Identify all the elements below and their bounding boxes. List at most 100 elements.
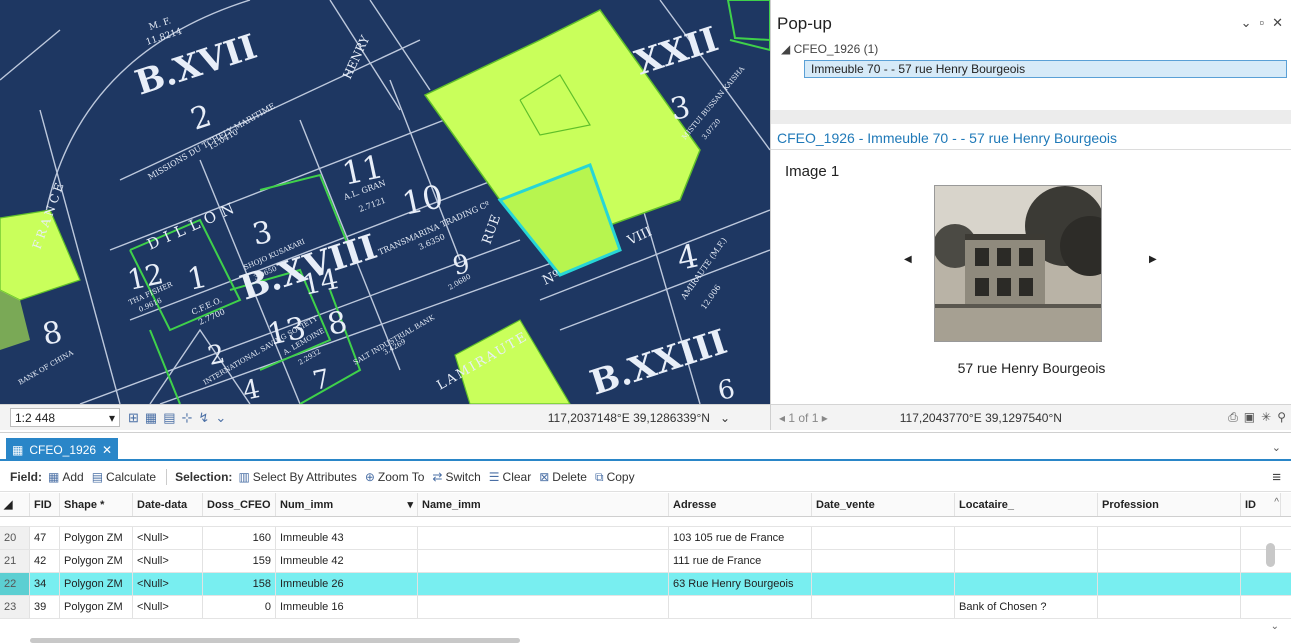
coordinate-format-dropdown[interactable]: ⌄	[720, 411, 730, 425]
cadastral-map[interactable]: B.XVII 2 MISSIONS DU TCHELY MARITIME 13.…	[0, 0, 770, 404]
feature-pager[interactable]: ◂ 1 of 1 ▸	[779, 411, 828, 425]
cell-locataire[interactable]	[955, 550, 1098, 572]
cell-doss-cfeo[interactable]: 0	[203, 596, 276, 618]
row-number[interactable]: 20	[0, 527, 30, 549]
switch-button[interactable]: ⇄ Switch	[432, 470, 480, 484]
add-field-button[interactable]: ▦ Add	[48, 470, 84, 484]
cell-doss-cfeo[interactable]: 160	[203, 527, 276, 549]
collapse-pane-icon[interactable]: ⌄	[1272, 441, 1281, 454]
table-row[interactable]: 21 42 Polygon ZM <Null> 159 Immeuble 42 …	[0, 550, 1291, 573]
row-number[interactable]: 21	[0, 550, 30, 572]
cell-profession[interactable]	[1098, 596, 1241, 618]
zoom-to-button[interactable]: ⊕ Zoom To	[365, 470, 425, 484]
cell-fid[interactable]: 34	[30, 573, 60, 595]
cell-name-imm[interactable]	[418, 550, 669, 572]
close-icon[interactable]: ✕	[1272, 15, 1283, 31]
cell-locataire[interactable]	[955, 527, 1098, 549]
cell-date-vente[interactable]	[812, 596, 955, 618]
switch-icon: ⇄	[432, 470, 443, 484]
maximize-icon[interactable]: ▫	[1259, 15, 1264, 31]
cell-num-imm[interactable]: Immeuble 16	[276, 596, 418, 618]
table-menu-icon[interactable]: ≡	[1272, 469, 1281, 486]
snapping-icon[interactable]: ⊹	[182, 410, 193, 426]
cell-doss-cfeo[interactable]: 159	[203, 550, 276, 572]
cell-num-imm[interactable]: Immeuble 26	[276, 573, 418, 595]
cell-date-vente[interactable]	[812, 550, 955, 572]
cell-shape[interactable]: Polygon ZM	[60, 527, 133, 549]
cell-shape[interactable]: Polygon ZM	[60, 573, 133, 595]
select-by-attributes-button[interactable]: ▥ Select By Attributes	[238, 470, 356, 484]
collapse-triangle-icon[interactable]: ◢	[781, 42, 790, 56]
column-header-name-imm[interactable]: Name_imm	[418, 493, 669, 516]
column-header-shape[interactable]: Shape *	[60, 493, 133, 516]
map-view[interactable]: B.XVII 2 MISSIONS DU TCHELY MARITIME 13.…	[0, 0, 770, 404]
copy-button[interactable]: ⧉ Copy	[595, 470, 635, 485]
cell-fid[interactable]: 42	[30, 550, 60, 572]
cell-date-data[interactable]: <Null>	[133, 596, 203, 618]
grid-snap-icon[interactable]: ⊞	[128, 410, 139, 426]
cell-date-data[interactable]: <Null>	[133, 527, 203, 549]
next-media-icon[interactable]: ▶	[1149, 254, 1157, 265]
cell-locataire[interactable]	[955, 573, 1098, 595]
calculate-field-button[interactable]: ▤ Calculate	[92, 470, 156, 484]
layer-group-node[interactable]: ◢ CFEO_1926 (1)	[781, 42, 878, 56]
cell-date-vente[interactable]	[812, 527, 955, 549]
previous-media-icon[interactable]: ◀	[904, 254, 912, 265]
table-row[interactable]: 20 47 Polygon ZM <Null> 160 Immeuble 43 …	[0, 527, 1291, 550]
cell-date-vente[interactable]	[812, 573, 955, 595]
table-row[interactable]: 23 39 Polygon ZM <Null> 0 Immeuble 16 Ba…	[0, 596, 1291, 619]
column-header-profession[interactable]: Profession	[1098, 493, 1241, 516]
zoom-to-icon[interactable]: ⚲	[1277, 410, 1286, 425]
navigation-icon[interactable]: ↯	[198, 410, 209, 426]
building-photo[interactable]	[934, 185, 1102, 342]
column-header-date-data[interactable]: Date-data	[133, 493, 203, 516]
scroll-up-icon[interactable]: ^	[1274, 497, 1279, 508]
scroll-down-icon[interactable]: ⌄	[1271, 621, 1279, 632]
cell-profession[interactable]	[1098, 573, 1241, 595]
cell-num-imm[interactable]: Immeuble 43	[276, 527, 418, 549]
delete-button[interactable]: ⊠ Delete	[539, 470, 587, 484]
table-row-selected[interactable]: 22 34 Polygon ZM <Null> 158 Immeuble 26 …	[0, 573, 1291, 596]
row-number[interactable]: 23	[0, 596, 30, 618]
cell-date-data[interactable]: <Null>	[133, 573, 203, 595]
cell-profession[interactable]	[1098, 550, 1241, 572]
close-tab-icon[interactable]: ✕	[102, 443, 112, 457]
cell-adresse[interactable]	[669, 596, 812, 618]
vertical-scrollbar-thumb[interactable]	[1266, 543, 1275, 567]
cell-locataire[interactable]: Bank of Chosen ?	[955, 596, 1098, 618]
pane-options-icon[interactable]: ⌄	[1241, 15, 1252, 31]
export-icon[interactable]: ▣	[1244, 410, 1255, 425]
cell-fid[interactable]: 47	[30, 527, 60, 549]
select-all-corner[interactable]: ◢	[0, 493, 30, 516]
tab-cfeo-1926[interactable]: ▦ CFEO_1926 ✕	[6, 438, 119, 461]
scale-selector[interactable]: 1:2 448 ▾	[10, 408, 120, 427]
cell-name-imm[interactable]	[418, 596, 669, 618]
column-header-num-imm[interactable]: Num_imm ▾	[276, 493, 418, 516]
cell-date-data[interactable]: <Null>	[133, 550, 203, 572]
cell-name-imm[interactable]	[418, 573, 669, 595]
column-header-adresse[interactable]: Adresse	[669, 493, 812, 516]
cell-shape[interactable]: Polygon ZM	[60, 596, 133, 618]
cell-name-imm[interactable]	[418, 527, 669, 549]
cell-doss-cfeo[interactable]: 158	[203, 573, 276, 595]
table-grid-icon[interactable]: ▦	[145, 410, 157, 426]
popup-feature-item[interactable]: Immeuble 70 - - 57 rue Henry Bourgeois	[804, 60, 1287, 78]
row-number[interactable]: 22	[0, 573, 30, 595]
horizontal-scrollbar-thumb[interactable]	[30, 638, 520, 643]
cell-num-imm[interactable]: Immeuble 42	[276, 550, 418, 572]
column-header-doss-cfeo[interactable]: Doss_CFEO	[203, 493, 276, 516]
column-header-date-vente[interactable]: Date_vente	[812, 493, 955, 516]
print-icon[interactable]: ⎙	[1228, 410, 1238, 425]
layout-icon[interactable]: ▤	[163, 410, 175, 426]
cell-profession[interactable]	[1098, 527, 1241, 549]
cell-adresse[interactable]: 103 105 rue de France	[669, 527, 812, 549]
cell-adresse[interactable]: 111 rue de France	[669, 550, 812, 572]
clear-button[interactable]: ☰ Clear	[489, 470, 531, 484]
cell-adresse[interactable]: 63 Rue Henry Bourgeois	[669, 573, 812, 595]
flash-icon[interactable]: ✳	[1261, 410, 1271, 425]
column-header-fid[interactable]: FID	[30, 493, 60, 516]
cell-fid[interactable]: 39	[30, 596, 60, 618]
column-header-locataire[interactable]: Locataire_	[955, 493, 1098, 516]
cell-shape[interactable]: Polygon ZM	[60, 550, 133, 572]
chevron-down-icon[interactable]: ⌄	[215, 410, 226, 426]
